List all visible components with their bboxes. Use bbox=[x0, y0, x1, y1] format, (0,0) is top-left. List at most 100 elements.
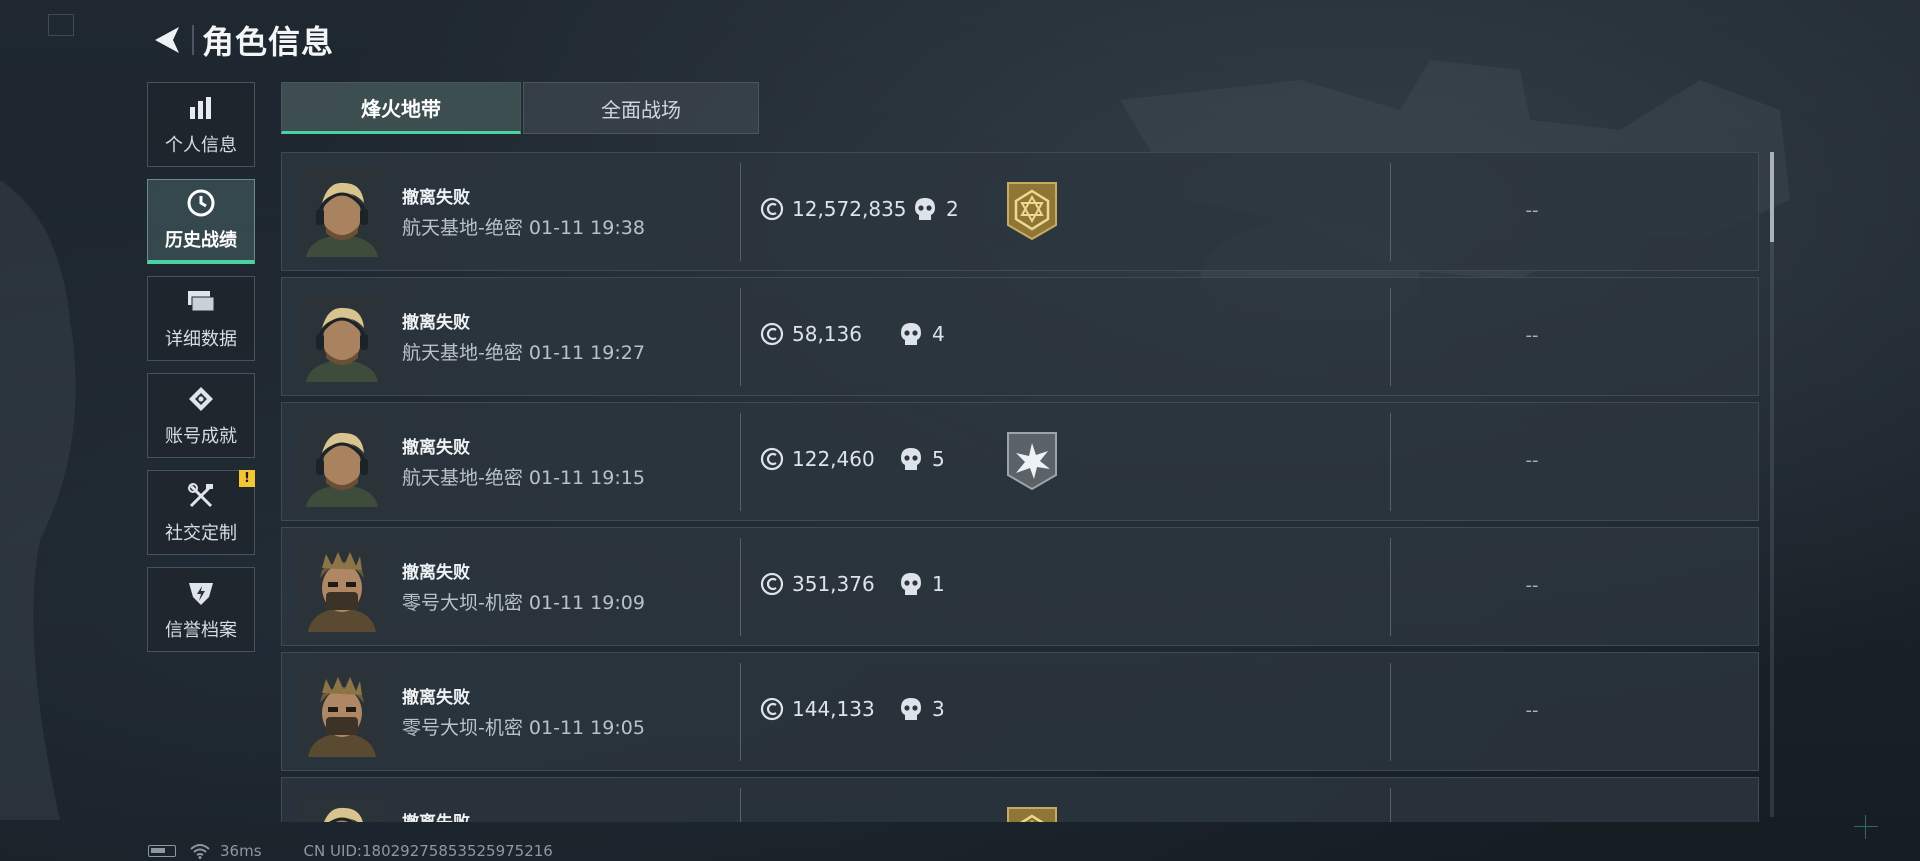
coin-icon bbox=[760, 447, 784, 471]
sidebar-item-label: 社交定制 bbox=[165, 522, 237, 544]
coin-value: 12,572,835 bbox=[760, 197, 907, 221]
column-divider bbox=[1390, 538, 1391, 636]
match-record-row[interactable]: 撤离失败 bbox=[281, 777, 1759, 822]
coin-icon bbox=[760, 322, 784, 346]
kill-number: 3 bbox=[932, 697, 945, 721]
alert-badge: ! bbox=[239, 470, 255, 487]
extraction-status: 撤离失败 bbox=[402, 808, 470, 822]
extraction-status: 撤离失败 bbox=[402, 188, 470, 208]
mode-tabs: 烽火地带 全面战场 bbox=[281, 82, 759, 134]
extra-info: -- bbox=[1525, 200, 1539, 221]
header-divider bbox=[192, 25, 194, 55]
operator-avatar bbox=[298, 294, 386, 382]
skull-kill-icon bbox=[901, 448, 921, 470]
map-name: 航天基地-绝密 bbox=[402, 217, 523, 239]
skull-kill-icon bbox=[901, 573, 921, 595]
coin-amount: 12,572,835 bbox=[792, 197, 907, 221]
sidebar: 个人信息 历史战绩 详细数据 账号成就 ! 社交定制 信誉档案 bbox=[147, 82, 257, 664]
match-time: 01-11 19:27 bbox=[528, 342, 645, 364]
kill-count: 1 bbox=[900, 572, 945, 596]
scrollbar[interactable] bbox=[1770, 152, 1774, 817]
kill-count: 4 bbox=[900, 322, 945, 346]
match-record-row[interactable]: 撤离失败 航天基地-绝密 01-11 19:15 122,460 5 -- bbox=[281, 402, 1759, 521]
extra-info: -- bbox=[1525, 325, 1539, 346]
coin-amount: 144,133 bbox=[792, 697, 875, 721]
bar-chart-icon bbox=[186, 93, 216, 123]
extraction-status: 撤离失败 bbox=[402, 688, 470, 708]
gold-hex-medal bbox=[1004, 806, 1060, 822]
extra-info: -- bbox=[1525, 450, 1539, 471]
kill-number: 1 bbox=[932, 572, 945, 596]
match-history-list: 撤离失败 航天基地-绝密 01-11 19:38 12,572,835 2 -- 撤离失败… bbox=[281, 152, 1759, 822]
operator-avatar bbox=[298, 669, 386, 757]
operator-avatar bbox=[298, 169, 386, 257]
sidebar-item-match-history[interactable]: 历史战绩 bbox=[147, 179, 255, 264]
column-divider bbox=[740, 538, 741, 636]
kill-count: 3 bbox=[900, 697, 945, 721]
extra-info: -- bbox=[1525, 575, 1539, 596]
sidebar-item-label: 历史战绩 bbox=[165, 230, 237, 251]
tab-full-battlefield[interactable]: 全面战场 bbox=[523, 82, 759, 134]
sidebar-item-label: 个人信息 bbox=[165, 134, 237, 156]
clock-icon bbox=[186, 188, 216, 218]
tab-warfare-zone[interactable]: 烽火地带 bbox=[281, 82, 521, 134]
kill-number: 2 bbox=[946, 197, 959, 221]
crosshair-decoration bbox=[1854, 815, 1878, 839]
map-and-time: 零号大坝-机密 01-11 19:05 bbox=[402, 713, 645, 740]
column-divider bbox=[740, 163, 741, 261]
kill-count: 5 bbox=[900, 447, 945, 471]
sidebar-item-social-customize[interactable]: ! 社交定制 bbox=[147, 470, 255, 555]
sidebar-item-reputation[interactable]: 信誉档案 bbox=[147, 567, 255, 652]
column-divider bbox=[740, 288, 741, 386]
kill-count: 2 bbox=[914, 197, 959, 221]
silver-burst-medal bbox=[1004, 431, 1060, 491]
match-record-row[interactable]: 撤离失败 零号大坝-机密 01-11 19:05 144,133 3 -- bbox=[281, 652, 1759, 771]
operator-avatar bbox=[298, 544, 386, 632]
map-and-time: 零号大坝-机密 01-11 19:09 bbox=[402, 588, 645, 615]
coin-icon bbox=[760, 197, 784, 221]
column-divider bbox=[1390, 788, 1391, 822]
coin-value: 122,460 bbox=[760, 447, 875, 471]
column-divider bbox=[1390, 288, 1391, 386]
kill-number: 5 bbox=[932, 447, 945, 471]
match-record-row[interactable]: 撤离失败零号大坝-机密 01-11 19:09 351,376 1 -- bbox=[281, 527, 1759, 646]
map-and-time: 航天基地-绝密 01-11 19:38 bbox=[402, 213, 645, 240]
match-time: 01-11 19:05 bbox=[528, 717, 645, 739]
back-button[interactable] bbox=[148, 21, 186, 59]
sidebar-item-label: 信誉档案 bbox=[165, 619, 237, 641]
match-time: 01-11 19:09 bbox=[528, 592, 645, 614]
extraction-status: 撤离失败 bbox=[402, 563, 470, 583]
coin-icon bbox=[760, 697, 784, 721]
kill-number: 4 bbox=[932, 322, 945, 346]
tools-icon bbox=[186, 481, 216, 511]
sidebar-item-personal-info[interactable]: 个人信息 bbox=[147, 82, 255, 167]
coin-amount: 351,376 bbox=[792, 572, 875, 596]
match-record-row[interactable]: 撤离失败航天基地-绝密 01-11 19:27 58,136 4 -- bbox=[281, 277, 1759, 396]
wifi-icon bbox=[190, 844, 210, 859]
ping-value: 36ms bbox=[220, 842, 262, 860]
sidebar-item-achievements[interactable]: 账号成就 bbox=[147, 373, 255, 458]
sidebar-item-detailed-data[interactable]: 详细数据 bbox=[147, 276, 255, 361]
corner-decoration bbox=[48, 14, 74, 36]
coin-value: 58,136 bbox=[760, 322, 862, 346]
user-uid: CN UID:1802927585352597521​6 bbox=[303, 842, 553, 860]
scroll-thumb[interactable] bbox=[1770, 152, 1774, 242]
battery-icon bbox=[148, 845, 176, 857]
match-record-row[interactable]: 撤离失败航天基地-绝密 01-11 19:38 12,572,835 2 -- bbox=[281, 152, 1759, 271]
extraction-status: 撤离失败 bbox=[402, 313, 470, 333]
cards-icon bbox=[186, 287, 216, 317]
operator-avatar bbox=[298, 794, 386, 822]
column-divider bbox=[740, 788, 741, 822]
gold-hex-medal bbox=[1004, 181, 1060, 241]
background-figure bbox=[0, 180, 76, 820]
match-time: 01-11 19:15 bbox=[528, 467, 645, 489]
map-and-time: 航天基地-绝密 01-11 19:27 bbox=[402, 338, 645, 365]
map-name: 航天基地-绝密 bbox=[402, 342, 523, 364]
page-header: 角色信息 bbox=[148, 18, 334, 62]
map-name: 零号大坝-机密 bbox=[402, 717, 523, 739]
sidebar-item-label: 详细数据 bbox=[165, 328, 237, 350]
column-divider bbox=[740, 663, 741, 761]
page-title: 角色信息 bbox=[202, 23, 335, 61]
column-divider bbox=[1390, 413, 1391, 511]
match-time: 01-11 19:38 bbox=[528, 217, 645, 239]
